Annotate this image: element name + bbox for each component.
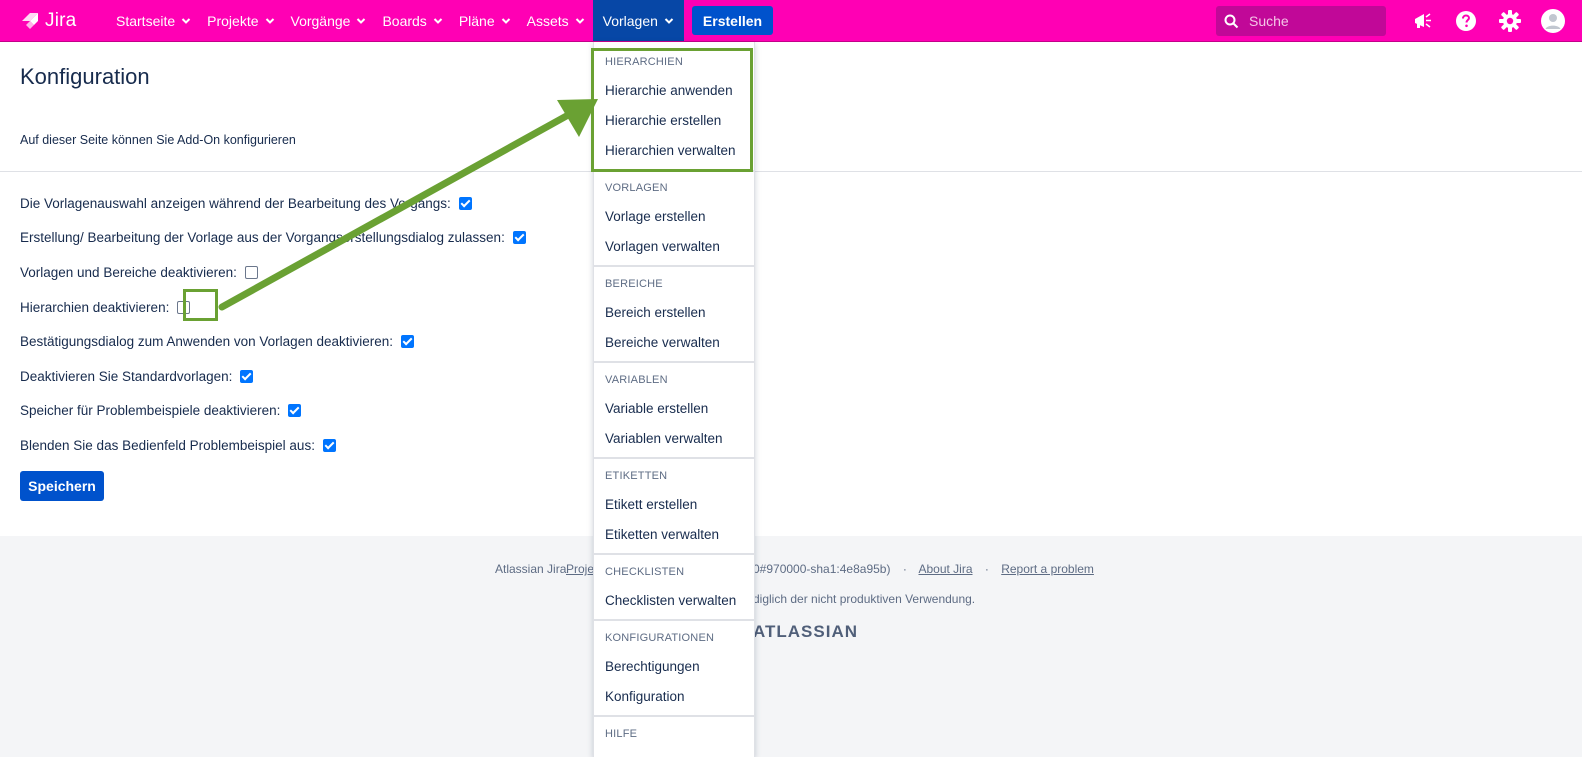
annotation-arrow <box>218 99 598 311</box>
